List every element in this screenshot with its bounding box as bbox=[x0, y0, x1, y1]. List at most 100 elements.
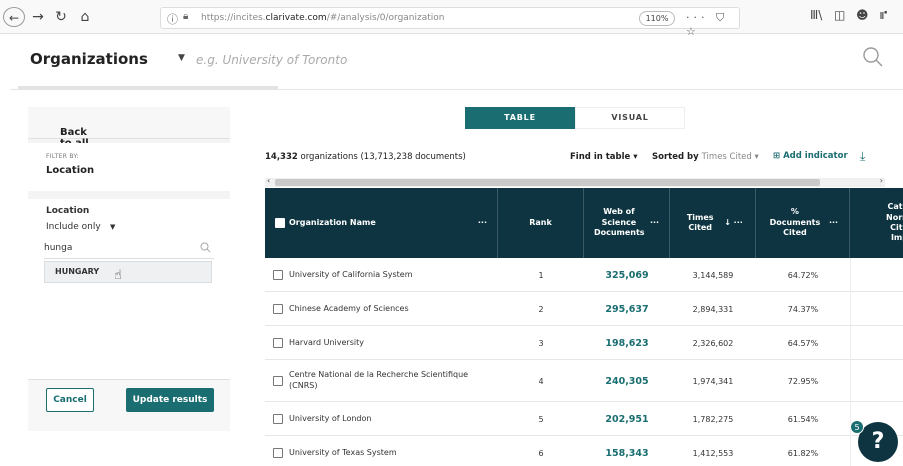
wos-documents-link[interactable]: 295,637 bbox=[584, 292, 670, 326]
add-indicator-button[interactable]: ⊞ Add indicator bbox=[773, 151, 848, 161]
plus-box-icon: ⊞ bbox=[773, 151, 784, 161]
wos-documents-link[interactable]: 240,305 bbox=[584, 360, 670, 402]
forward-arrow-icon[interactable]: → bbox=[30, 7, 46, 27]
wos-documents-link[interactable]: 202,951 bbox=[584, 402, 670, 436]
times-cited-cell: 1,782,275 bbox=[692, 414, 734, 424]
horizontal-scrollbar[interactable]: ‹ › bbox=[265, 176, 885, 187]
search-icon bbox=[200, 242, 211, 253]
filter-name: Location bbox=[46, 165, 95, 176]
times-cited-cell: 2,894,331 bbox=[692, 304, 734, 314]
times-cited-cell: 1,974,341 bbox=[692, 376, 734, 386]
column-category-normalized[interactable]: Cate Norm Cita Imp bbox=[850, 188, 903, 258]
table-row: Harvard University 3 198,623 2,326,602 64.57… bbox=[265, 326, 903, 360]
row-checkbox[interactable] bbox=[273, 292, 285, 326]
row-checkbox[interactable] bbox=[273, 402, 285, 436]
organization-name-cell[interactable]: University of Texas System bbox=[289, 436, 494, 466]
home-icon[interactable]: ⌂ bbox=[76, 7, 94, 27]
table-row: University of London 5 202,951 1,782,275 61.… bbox=[265, 402, 903, 436]
find-in-table-dropdown[interactable]: Find in table ▾ bbox=[570, 152, 638, 162]
times-cited-cell: 3,144,589 bbox=[692, 270, 734, 280]
address-bar[interactable]: ⓘ 🔒︎ https://incites.clarivate.com/#/ana… bbox=[160, 7, 740, 38]
search-input[interactable] bbox=[196, 47, 796, 73]
column-times-cited[interactable]: Times Cited ↓ ··· bbox=[670, 188, 756, 258]
sidebar-icon[interactable]: ◫ bbox=[834, 8, 845, 22]
column-rank[interactable]: Rank bbox=[498, 188, 584, 258]
pct-documents-cited-cell: 64.57% bbox=[787, 338, 819, 348]
extension-icon[interactable]: ⑈ bbox=[880, 8, 887, 22]
category-normalized-cell bbox=[850, 258, 903, 292]
browser-toolbar: ← → ↻ ⌂ ⓘ 🔒︎ https://incites.clarivate.c… bbox=[0, 0, 903, 38]
sort-dropdown[interactable]: Sorted by Times Cited ▾ bbox=[652, 152, 759, 162]
times-cited-cell: 1,412,553 bbox=[692, 448, 734, 458]
reload-icon[interactable]: ↻ bbox=[52, 7, 70, 27]
table-row: University of Texas System 6 158,343 1,412,… bbox=[265, 436, 903, 466]
table-row: Chinese Academy of Sciences 2 295,637 2,894… bbox=[265, 292, 903, 326]
row-checkbox[interactable] bbox=[273, 326, 285, 360]
table-header: Organization Name ··· Rank Web of Science… bbox=[265, 188, 903, 258]
organization-name-cell[interactable]: Centre National de la Recherche Scientif… bbox=[289, 360, 494, 402]
search-icon[interactable] bbox=[862, 46, 884, 68]
category-normalized-cell bbox=[850, 292, 903, 326]
back-to-filters-link[interactable]: ‹ Back to all filters bbox=[28, 107, 230, 160]
location-filter-card: Location Include only ▼ HUNGARY ☝ bbox=[28, 199, 230, 379]
entity-type-select[interactable]: Organizations bbox=[30, 50, 148, 68]
back-arrow-icon[interactable]: ← bbox=[3, 7, 25, 27]
pct-documents-cited-cell: 61.82% bbox=[787, 448, 819, 458]
pct-documents-cited-cell: 74.37% bbox=[787, 304, 819, 314]
results-table: Organization Name ··· Rank Web of Science… bbox=[265, 188, 903, 466]
pct-documents-cited-cell: 72.95% bbox=[787, 376, 819, 386]
url-text: https://incites.clarivate.com/#/analysis… bbox=[201, 13, 445, 23]
filter-panel-footer: Cancel Update results bbox=[28, 379, 230, 431]
rank-cell: 3 bbox=[538, 338, 544, 348]
row-checkbox[interactable] bbox=[273, 360, 285, 402]
download-icon[interactable]: ⤓ bbox=[860, 149, 865, 164]
organization-name-cell[interactable]: Chinese Academy of Sciences bbox=[289, 292, 494, 326]
page-actions-icon[interactable]: ··· ⛉ ☆ bbox=[686, 11, 739, 38]
notification-badge: 5 bbox=[850, 420, 864, 434]
library-icon[interactable]: Ⅲ\ bbox=[810, 8, 822, 22]
column-organization-name[interactable]: Organization Name ··· bbox=[265, 188, 498, 258]
wos-documents-link[interactable]: 198,623 bbox=[584, 326, 670, 360]
rank-cell: 1 bbox=[538, 270, 544, 280]
results-summary: 14,332 organizations (13,713,238 documen… bbox=[265, 152, 466, 162]
column-menu-icon[interactable]: ··· bbox=[829, 218, 838, 228]
column-menu-icon[interactable]: ··· bbox=[650, 218, 659, 228]
wos-documents-link[interactable]: 158,343 bbox=[584, 436, 670, 466]
location-search-input[interactable] bbox=[44, 237, 214, 259]
cancel-button[interactable]: Cancel bbox=[46, 388, 94, 412]
account-icon[interactable]: ☻ bbox=[856, 8, 869, 22]
lock-icon: 🔒︎ bbox=[183, 11, 189, 22]
chevron-down-icon[interactable]: ▼ bbox=[178, 53, 185, 63]
filter-by-card: FILTER BY: Location bbox=[28, 143, 230, 191]
row-checkbox[interactable] bbox=[273, 436, 285, 466]
column-pct-documents-cited[interactable]: % Documents Cited ··· bbox=[756, 188, 850, 258]
tab-visual[interactable]: VISUAL bbox=[575, 107, 685, 129]
scroll-right-icon[interactable]: › bbox=[880, 176, 883, 185]
sort-arrow-icon[interactable]: ↓ ··· bbox=[724, 218, 743, 228]
organization-name-cell[interactable]: Harvard University bbox=[289, 326, 494, 360]
scroll-left-icon[interactable]: ‹ bbox=[267, 176, 270, 185]
include-mode-select[interactable]: Include only bbox=[46, 222, 101, 232]
filter-panel: ‹ Back to all filters FILTER BY: Locatio… bbox=[28, 107, 230, 431]
row-checkbox[interactable] bbox=[273, 258, 285, 292]
hand-cursor-icon: ☝ bbox=[114, 268, 122, 283]
tab-table[interactable]: TABLE bbox=[465, 107, 575, 129]
chevron-down-icon[interactable]: ▼ bbox=[110, 223, 115, 231]
zoom-level[interactable]: 110% bbox=[639, 11, 675, 26]
category-normalized-cell bbox=[850, 360, 903, 402]
organization-name-cell[interactable]: University of London bbox=[289, 402, 494, 436]
table-row: University of California System 1 325,069 3… bbox=[265, 258, 903, 292]
location-suggestion[interactable]: HUNGARY bbox=[44, 261, 212, 283]
column-wos-documents[interactable]: Web of Science Documents ··· bbox=[584, 188, 670, 258]
info-icon[interactable]: ⓘ bbox=[167, 11, 178, 27]
organization-name-cell[interactable]: University of California System bbox=[289, 258, 494, 292]
scrollbar-thumb[interactable] bbox=[275, 179, 820, 186]
wos-documents-link[interactable]: 325,069 bbox=[584, 258, 670, 292]
app-header: Organizations ▼ bbox=[10, 36, 903, 90]
pct-documents-cited-cell: 61.54% bbox=[787, 414, 819, 424]
help-button[interactable]: ? bbox=[858, 422, 898, 462]
rank-cell: 6 bbox=[538, 448, 544, 458]
column-menu-icon[interactable]: ··· bbox=[478, 218, 487, 228]
times-cited-cell: 2,326,602 bbox=[692, 338, 734, 348]
update-results-button[interactable]: Update results bbox=[126, 388, 214, 412]
